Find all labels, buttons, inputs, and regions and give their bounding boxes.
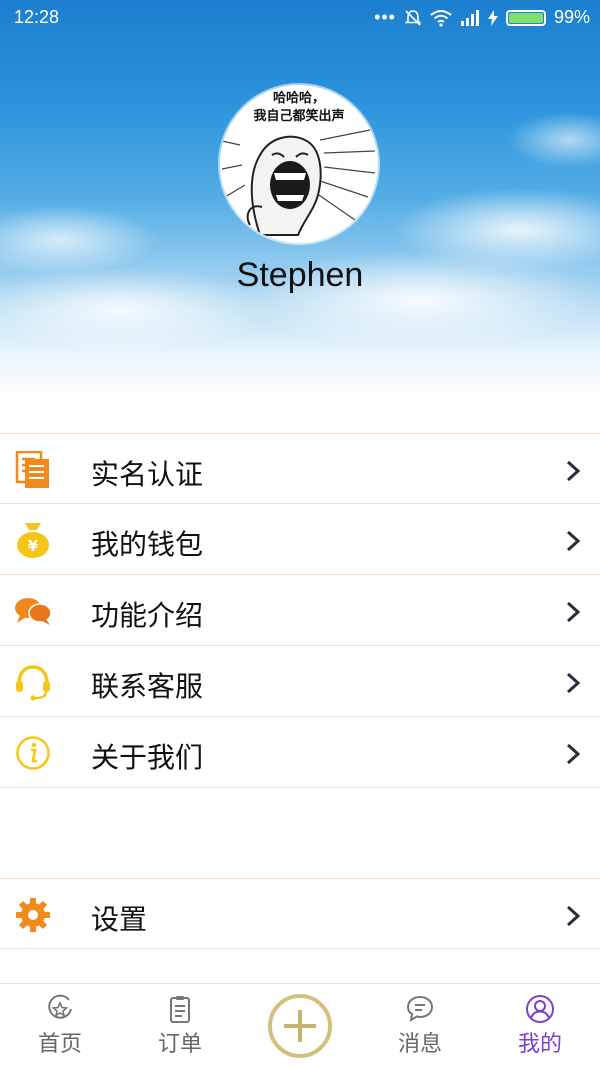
wifi-icon [430, 9, 452, 27]
svg-text:¥: ¥ [28, 537, 39, 555]
tab-me[interactable]: 我的 [480, 994, 600, 1058]
menu-item-wallet[interactable]: ¥ 我的钱包 [0, 504, 600, 575]
gear-icon [14, 896, 52, 934]
status-time: 12:28 [14, 7, 60, 27]
add-button[interactable] [268, 994, 332, 1058]
headset-icon [14, 663, 52, 701]
menu-item-real-name[interactable]: 实名认证 [0, 433, 600, 504]
user-icon [526, 995, 554, 1023]
profile-header: 12:28 ••• 99% 哈哈哈， 我自己都笑出声 Stephen [0, 0, 600, 400]
menu-item-label: 联系客服 [91, 670, 204, 703]
clipboard-icon [170, 996, 190, 1023]
tab-label: 消息 [397, 1032, 442, 1057]
username: Stephen [236, 256, 364, 294]
battery-icon [505, 9, 546, 26]
info-icon [14, 734, 52, 772]
tab-label: 订单 [157, 1032, 202, 1057]
menu-item-label: 设置 [91, 903, 148, 936]
mute-bell-icon [404, 9, 422, 26]
avatar[interactable]: 哈哈哈， 我自己都笑出声 [220, 85, 378, 243]
tab-messages[interactable]: 消息 [360, 994, 480, 1058]
bottom-tab-bar: 首页 订单 消息 我的 [0, 983, 600, 1067]
chevron-right-icon [566, 743, 581, 765]
meme-face-icon [221, 129, 376, 236]
settings-group: 设置 [0, 878, 600, 949]
status-icons: ••• 99% [374, 7, 590, 28]
chevron-right-icon [566, 460, 581, 482]
chevron-right-icon [566, 601, 581, 623]
menu-item-label: 实名认证 [91, 458, 204, 491]
document-icon [14, 451, 52, 489]
menu-item-about[interactable]: 关于我们 [0, 717, 600, 788]
home-star-icon [48, 994, 72, 1019]
tab-label: 我的 [517, 1032, 562, 1057]
menu-item-label: 我的钱包 [91, 528, 204, 561]
status-bar: 12:28 ••• 99% [0, 0, 600, 34]
menu-list: 实名认证 ¥ 我的钱包 功能介绍 联系客服 关于我们 [0, 433, 600, 788]
chevron-right-icon [566, 530, 581, 552]
chevron-right-icon [566, 672, 581, 694]
menu-item-features[interactable]: 功能介绍 [0, 575, 600, 646]
plus-circle-icon [284, 1010, 316, 1042]
message-icon [406, 995, 434, 1022]
menu-item-customer-service[interactable]: 联系客服 [0, 646, 600, 717]
money-bag-icon: ¥ [14, 521, 52, 559]
charging-icon [487, 9, 498, 26]
menu-item-label: 关于我们 [91, 741, 204, 774]
chat-bubbles-icon [14, 592, 52, 630]
chevron-right-icon [566, 905, 581, 927]
menu-item-settings[interactable]: 设置 [0, 878, 600, 949]
tab-label: 首页 [37, 1032, 82, 1057]
more-dots-icon: ••• [374, 7, 396, 27]
menu-item-label: 功能介绍 [91, 599, 204, 632]
battery-percent: 99% [553, 7, 590, 27]
signal-icon [460, 9, 479, 26]
tab-orders[interactable]: 订单 [120, 994, 240, 1058]
tab-home[interactable]: 首页 [0, 994, 120, 1058]
